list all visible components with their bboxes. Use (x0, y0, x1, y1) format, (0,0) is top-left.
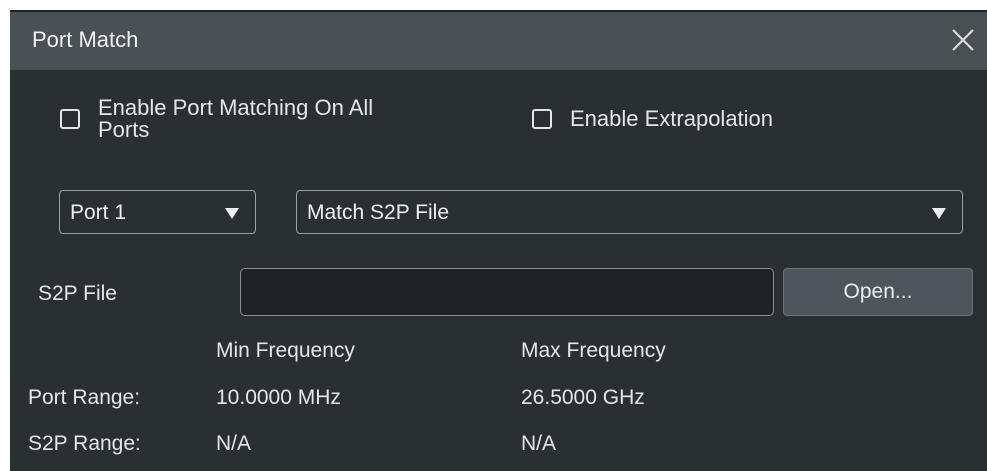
port-range-min: 10.0000 MHz (216, 386, 341, 409)
enable-extrapolation-option[interactable]: Enable Extrapolation (532, 108, 773, 130)
close-button[interactable] (945, 22, 981, 58)
port-select-value: Port 1 (70, 201, 127, 224)
match-type-select-value: Match S2P File (307, 201, 450, 224)
enable-extrapolation-checkbox[interactable] (532, 109, 552, 129)
enable-port-matching-label-line1: Enable Port Matching On All (98, 95, 374, 120)
chevron-down-icon (932, 208, 946, 219)
s2p-file-input[interactable] (240, 268, 774, 316)
max-frequency-header: Max Frequency (521, 339, 666, 362)
port-range-max: 26.5000 GHz (521, 386, 645, 409)
enable-port-matching-checkbox[interactable] (60, 109, 80, 129)
s2p-file-label: S2P File (38, 282, 117, 305)
s2p-range-label: S2P Range: (28, 432, 141, 455)
enable-port-matching-label: Enable Port Matching On All Ports (98, 97, 373, 141)
dialog-title: Port Match (32, 27, 139, 52)
port-select[interactable]: Port 1 (59, 190, 256, 234)
match-type-select[interactable]: Match S2P File (296, 190, 963, 234)
open-file-button[interactable]: Open... (783, 268, 973, 316)
dialog-titlebar: Port Match (10, 12, 987, 70)
chevron-down-icon (225, 208, 239, 219)
enable-port-matching-option[interactable]: Enable Port Matching On All Ports (60, 97, 373, 141)
enable-extrapolation-label: Enable Extrapolation (570, 106, 774, 131)
s2p-range-max: N/A (521, 432, 557, 455)
s2p-range-min: N/A (216, 432, 252, 455)
close-icon (952, 29, 974, 51)
min-frequency-header: Min Frequency (216, 339, 355, 362)
port-match-dialog: Port Match Enable Port Matching On All P… (10, 10, 987, 471)
port-range-label: Port Range: (28, 386, 141, 409)
enable-port-matching-label-line2: Ports (98, 117, 150, 142)
